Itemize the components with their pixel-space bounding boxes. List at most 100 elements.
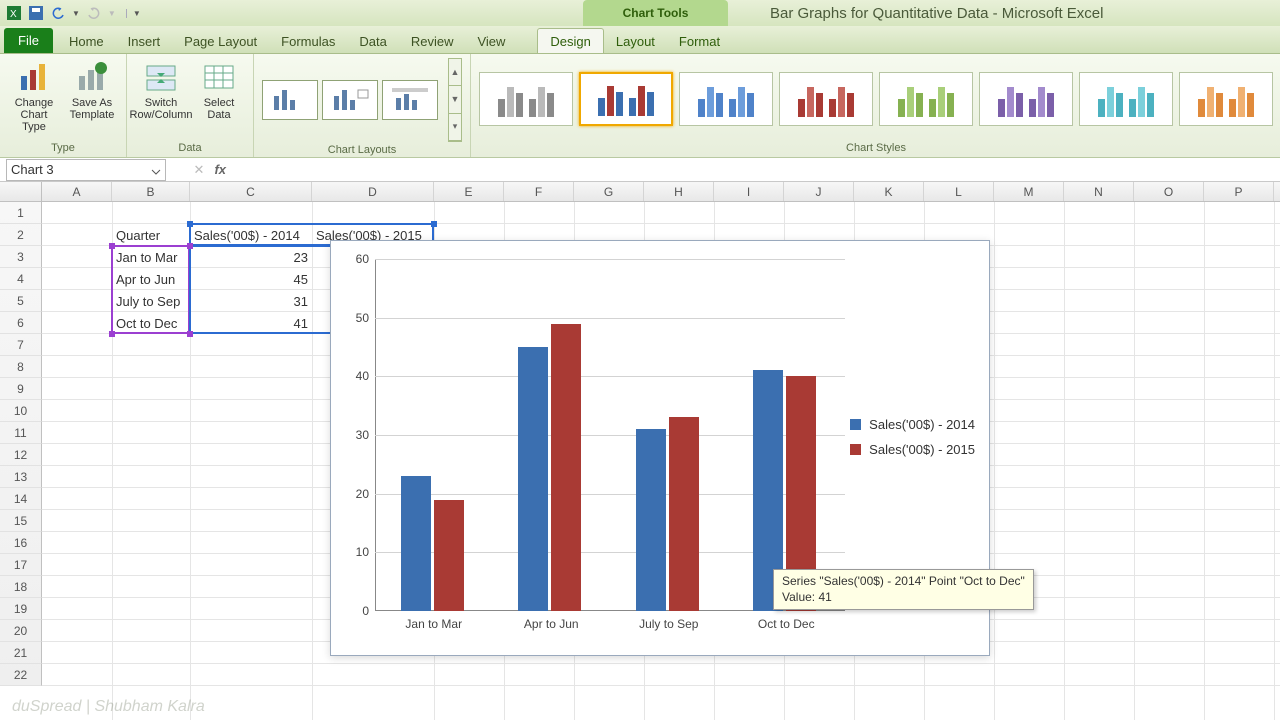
layout-scroll-down-icon[interactable]: ▼ bbox=[449, 86, 461, 113]
cell-B2[interactable]: Quarter bbox=[112, 224, 190, 246]
column-header-G[interactable]: G bbox=[574, 182, 644, 201]
redo-icon[interactable] bbox=[86, 5, 102, 21]
cancel-formula-icon[interactable]: ✕ bbox=[194, 162, 205, 178]
legend-entry[interactable]: Sales('00$) - 2014 bbox=[850, 417, 975, 432]
embedded-chart[interactable]: 0102030405060Jan to MarApr to JunJuly to… bbox=[330, 240, 990, 656]
legend-swatch-icon bbox=[850, 419, 861, 430]
tab-file[interactable]: File bbox=[4, 28, 53, 53]
chart-layout-2[interactable] bbox=[322, 80, 378, 120]
row-header-7[interactable]: 7 bbox=[0, 334, 42, 356]
fx-icon[interactable]: fx bbox=[214, 162, 226, 177]
column-header-O[interactable]: O bbox=[1134, 182, 1204, 201]
tab-formulas[interactable]: Formulas bbox=[269, 29, 347, 53]
tab-review[interactable]: Review bbox=[399, 29, 466, 53]
name-box-dropdown-icon[interactable] bbox=[151, 165, 161, 175]
row-header-6[interactable]: 6 bbox=[0, 312, 42, 334]
tab-design[interactable]: Design bbox=[537, 28, 603, 53]
select-all-corner[interactable] bbox=[0, 182, 42, 202]
column-header-A[interactable]: A bbox=[42, 182, 112, 201]
tab-layout[interactable]: Layout bbox=[604, 29, 667, 53]
chart-plot-area[interactable]: 0102030405060Jan to MarApr to JunJuly to… bbox=[375, 259, 845, 611]
row-header-10[interactable]: 10 bbox=[0, 400, 42, 422]
tab-insert[interactable]: Insert bbox=[116, 29, 173, 53]
chart-layout-1[interactable] bbox=[262, 80, 318, 120]
chart-style-4[interactable] bbox=[779, 72, 873, 126]
column-headers: ABCDEFGHIJKLMNOP bbox=[42, 182, 1280, 202]
switch-row-column-button[interactable]: Switch Row/Column bbox=[135, 60, 187, 138]
row-header-20[interactable]: 20 bbox=[0, 620, 42, 642]
bar-0-2[interactable] bbox=[636, 429, 666, 611]
row-header-22[interactable]: 22 bbox=[0, 664, 42, 686]
row-header-11[interactable]: 11 bbox=[0, 422, 42, 444]
tab-page-layout[interactable]: Page Layout bbox=[172, 29, 269, 53]
chart-layout-3[interactable] bbox=[382, 80, 438, 120]
row-header-2[interactable]: 2 bbox=[0, 224, 42, 246]
x-tick-label: Apr to Jun bbox=[506, 617, 596, 631]
column-header-F[interactable]: F bbox=[504, 182, 574, 201]
bar-1-1[interactable] bbox=[551, 324, 581, 611]
column-header-P[interactable]: P bbox=[1204, 182, 1274, 201]
chart-style-2[interactable] bbox=[579, 72, 673, 126]
bar-1-2[interactable] bbox=[669, 417, 699, 611]
y-tick-label: 0 bbox=[343, 604, 369, 618]
save-as-template-button[interactable]: Save As Template bbox=[66, 60, 118, 138]
chart-style-6[interactable] bbox=[979, 72, 1073, 126]
row-header-13[interactable]: 13 bbox=[0, 466, 42, 488]
tab-format[interactable]: Format bbox=[667, 29, 732, 53]
layout-expand-icon[interactable]: ▾ bbox=[449, 114, 461, 141]
tab-data[interactable]: Data bbox=[347, 29, 398, 53]
group-data-label: Data bbox=[178, 140, 201, 157]
column-header-L[interactable]: L bbox=[924, 182, 994, 201]
row-header-9[interactable]: 9 bbox=[0, 378, 42, 400]
row-header-3[interactable]: 3 bbox=[0, 246, 42, 268]
column-header-I[interactable]: I bbox=[714, 182, 784, 201]
column-header-B[interactable]: B bbox=[112, 182, 190, 201]
bar-0-1[interactable] bbox=[518, 347, 548, 611]
column-header-D[interactable]: D bbox=[312, 182, 434, 201]
row-header-14[interactable]: 14 bbox=[0, 488, 42, 510]
bar-1-0[interactable] bbox=[434, 500, 464, 611]
undo-dropdown-icon[interactable]: ▼ bbox=[72, 9, 80, 18]
select-data-button[interactable]: Select Data bbox=[193, 60, 245, 138]
column-header-H[interactable]: H bbox=[644, 182, 714, 201]
redo-dropdown-icon: ▼ bbox=[108, 9, 116, 18]
row-header-15[interactable]: 15 bbox=[0, 510, 42, 532]
row-header-8[interactable]: 8 bbox=[0, 356, 42, 378]
chart-style-1[interactable] bbox=[479, 72, 573, 126]
row-header-19[interactable]: 19 bbox=[0, 598, 42, 620]
column-header-M[interactable]: M bbox=[994, 182, 1064, 201]
chart-legend[interactable]: Sales('00$) - 2014 Sales('00$) - 2015 bbox=[850, 417, 975, 467]
undo-icon[interactable] bbox=[50, 5, 66, 21]
name-box[interactable]: Chart 3 bbox=[6, 159, 166, 181]
legend-entry[interactable]: Sales('00$) - 2015 bbox=[850, 442, 975, 457]
chart-tools-badge: Chart Tools bbox=[583, 0, 728, 26]
change-chart-type-button[interactable]: Change Chart Type bbox=[8, 60, 60, 138]
row-header-4[interactable]: 4 bbox=[0, 268, 42, 290]
row-header-1[interactable]: 1 bbox=[0, 202, 42, 224]
column-header-E[interactable]: E bbox=[434, 182, 504, 201]
chart-style-8[interactable] bbox=[1179, 72, 1273, 126]
row-header-5[interactable]: 5 bbox=[0, 290, 42, 312]
save-icon[interactable] bbox=[28, 5, 44, 21]
bar-0-0[interactable] bbox=[401, 476, 431, 611]
row-header-12[interactable]: 12 bbox=[0, 444, 42, 466]
column-header-N[interactable]: N bbox=[1064, 182, 1134, 201]
formula-input[interactable] bbox=[236, 159, 1280, 181]
title-bar: X ▼ ▼ ▼ Chart Tools Bar Graphs for Quant… bbox=[0, 0, 1280, 26]
y-tick-label: 50 bbox=[343, 311, 369, 325]
row-header-16[interactable]: 16 bbox=[0, 532, 42, 554]
chart-style-7[interactable] bbox=[1079, 72, 1173, 126]
chart-style-3[interactable] bbox=[679, 72, 773, 126]
tab-view[interactable]: View bbox=[465, 29, 517, 53]
layout-scroll-up-icon[interactable]: ▲ bbox=[449, 59, 461, 86]
column-header-J[interactable]: J bbox=[784, 182, 854, 201]
x-tick-label: July to Sep bbox=[624, 617, 714, 631]
qat-customize-icon[interactable]: ▼ bbox=[126, 9, 141, 18]
column-header-C[interactable]: C bbox=[190, 182, 312, 201]
row-header-21[interactable]: 21 bbox=[0, 642, 42, 664]
row-header-17[interactable]: 17 bbox=[0, 554, 42, 576]
row-header-18[interactable]: 18 bbox=[0, 576, 42, 598]
column-header-K[interactable]: K bbox=[854, 182, 924, 201]
tab-home[interactable]: Home bbox=[57, 29, 116, 53]
chart-style-5[interactable] bbox=[879, 72, 973, 126]
